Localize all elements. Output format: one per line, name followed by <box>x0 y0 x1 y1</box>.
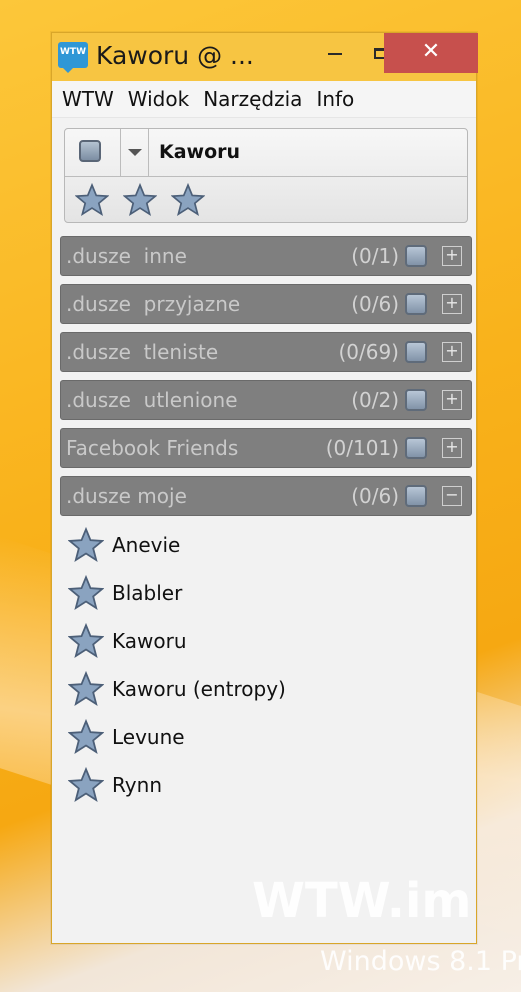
group-row[interactable]: .dusze utlenione (0/2) + <box>60 380 472 420</box>
desktop-watermark: Windows 8.1 Pr <box>320 946 521 977</box>
wtw-watermark: WTW.im <box>252 873 472 929</box>
group-count: (0/69) <box>338 340 399 364</box>
star-icon <box>68 671 104 706</box>
minimize-icon <box>328 52 342 55</box>
group-row[interactable]: .dusze tleniste (0/69) + <box>60 332 472 372</box>
close-icon: ✕ <box>421 39 441 64</box>
contact-name: Kaworu <box>112 629 187 653</box>
contact-name: Anevie <box>112 533 181 557</box>
contact-name: Levune <box>112 725 185 749</box>
contact-item[interactable]: Rynn <box>68 763 448 807</box>
expand-icon[interactable]: + <box>442 294 462 314</box>
group-row[interactable]: .dusze przyjazne (0/6) + <box>60 284 472 324</box>
collapse-icon[interactable]: − <box>442 486 462 506</box>
group-name: .dusze utlenione <box>66 388 238 412</box>
menu-narzedzia[interactable]: Narzędzia <box>203 87 302 111</box>
star-icon <box>68 767 104 802</box>
contact-name: Kaworu (entropy) <box>112 677 286 701</box>
group-row[interactable]: Facebook Friends (0/101) + <box>60 428 472 468</box>
app-window: WTW Kaworu @ ... ✕ WTW Widok Narzędzia I… <box>51 32 478 944</box>
contact-item[interactable]: Levune <box>68 715 448 759</box>
group-count: (0/2) <box>351 388 399 412</box>
star-icon[interactable] <box>75 183 109 217</box>
status-square-icon <box>79 140 101 162</box>
title-bar[interactable]: WTW Kaworu @ ... ✕ <box>52 33 478 81</box>
group-name: .dusze moje <box>66 484 187 508</box>
menu-info[interactable]: Info <box>316 87 354 111</box>
status-button[interactable] <box>65 129 121 176</box>
expand-icon[interactable]: + <box>442 342 462 362</box>
menu-bar: WTW Widok Narzędzia Info <box>52 81 476 118</box>
star-icon <box>68 623 104 658</box>
group-count: (0/101) <box>325 436 399 460</box>
contact-name: Blabler <box>112 581 183 605</box>
status-dropdown-button[interactable] <box>121 129 149 176</box>
group-status-icon[interactable] <box>405 485 427 507</box>
contact-item[interactable]: Blabler <box>68 571 448 615</box>
star-icon <box>68 527 104 562</box>
group-row[interactable]: .dusze moje (0/6) − <box>60 476 472 516</box>
contact-item[interactable]: Kaworu (entropy) <box>68 667 448 711</box>
group-name: .dusze inne <box>66 244 187 268</box>
group-count: (0/6) <box>351 484 399 508</box>
contact-name: Rynn <box>112 773 162 797</box>
star-icon[interactable] <box>123 183 157 217</box>
group-status-icon[interactable] <box>405 389 427 411</box>
app-logo-icon: WTW <box>58 42 88 73</box>
expand-icon[interactable]: + <box>442 438 462 458</box>
profile-stars <box>65 177 467 217</box>
menu-wtw[interactable]: WTW <box>62 87 114 111</box>
group-row[interactable]: .dusze inne (0/1) + <box>60 236 472 276</box>
contact-item[interactable]: Kaworu <box>68 619 448 663</box>
group-name: .dusze tleniste <box>66 340 219 364</box>
group-count: (0/1) <box>351 244 399 268</box>
group-status-icon[interactable] <box>405 437 427 459</box>
minimize-button[interactable] <box>312 33 358 73</box>
profile-panel: Kaworu <box>64 128 468 223</box>
window-title: Kaworu @ ... <box>96 41 254 70</box>
group-name: Facebook Friends <box>66 436 239 460</box>
expand-icon[interactable]: + <box>442 390 462 410</box>
group-status-icon[interactable] <box>405 293 427 315</box>
group-status-icon[interactable] <box>405 245 427 267</box>
star-icon <box>68 719 104 754</box>
menu-widok[interactable]: Widok <box>128 87 189 111</box>
star-icon <box>68 575 104 610</box>
star-icon[interactable] <box>171 183 205 217</box>
close-button[interactable]: ✕ <box>384 33 478 73</box>
group-status-icon[interactable] <box>405 341 427 363</box>
contact-item[interactable]: Anevie <box>68 523 448 567</box>
group-name: .dusze przyjazne <box>66 292 241 316</box>
profile-name[interactable]: Kaworu <box>149 129 240 176</box>
expand-icon[interactable]: + <box>442 246 462 266</box>
group-count: (0/6) <box>351 292 399 316</box>
